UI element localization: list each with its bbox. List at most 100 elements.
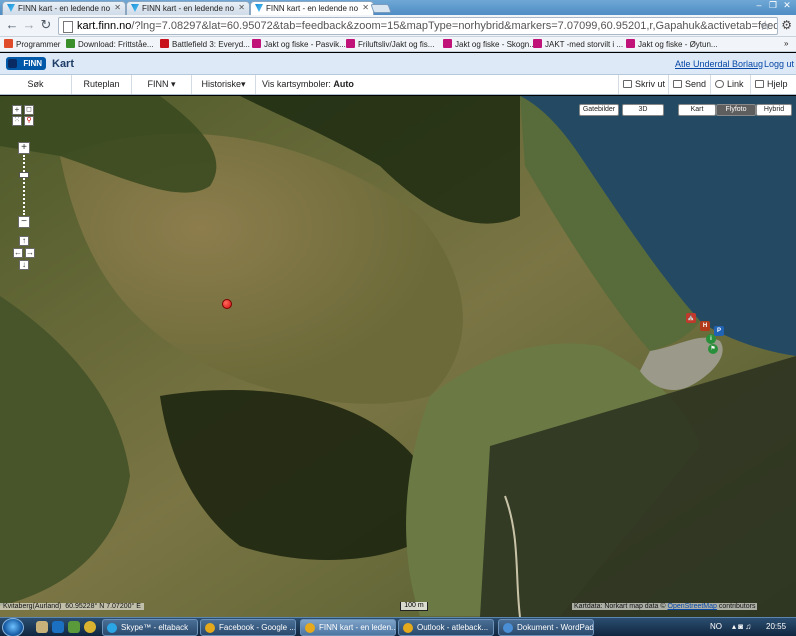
poi-parking-icon[interactable]: P	[714, 326, 724, 336]
browser-tab-strip: FINN kart - en ledende no ✕ FINN kart - e…	[0, 0, 796, 15]
close-window-icon[interactable]: ✕	[780, 0, 794, 11]
zoom-slider-handle[interactable]	[19, 172, 29, 178]
bookmark-item[interactable]: Programmer	[4, 39, 60, 49]
close-tab-icon[interactable]: ✕	[362, 3, 369, 12]
explorer-icon[interactable]	[36, 621, 48, 633]
map-symbols-label: Vis kartsymboler:	[262, 79, 331, 89]
url-input[interactable]: kart.finn.no/?lng=7.08297&lat=60.95072&t…	[58, 17, 778, 35]
map-type-kart[interactable]: Kart	[678, 104, 716, 116]
bookmark-item[interactable]: Friluftsliv/Jakt og fis...	[346, 39, 434, 49]
bookmark-item[interactable]: JAKT -med storvilt i ...	[533, 39, 623, 49]
bookmark-favicon-icon	[626, 39, 635, 48]
tray-icons[interactable]: ▴ ◙ ♫	[732, 622, 751, 631]
bookmark-label: Battlefield 3: Everyd...	[172, 40, 250, 49]
back-arrow-icon[interactable]: ←	[4, 17, 20, 32]
full-extent-icon[interactable]: +	[12, 105, 22, 115]
search-tab[interactable]: Søk	[0, 75, 72, 94]
zoom-in-button[interactable]: +	[18, 142, 30, 154]
zoom-out-button[interactable]: −	[18, 216, 30, 228]
help-button[interactable]: Hjelp	[750, 75, 788, 94]
printer-icon	[623, 80, 632, 88]
measure-icon[interactable]: ◻	[24, 105, 34, 115]
taskbar-item-label: Facebook - Google ...	[219, 623, 296, 632]
browser-tab-2[interactable]: FINN kart - en ledende no ✕	[126, 1, 250, 15]
language-indicator[interactable]: NO	[710, 622, 722, 631]
browser-tab-3[interactable]: FINN kart - en ledende no ✕	[250, 1, 374, 15]
finn-logo-text: FINN	[23, 59, 42, 68]
place-name: Kvitaberg(Aurland)	[3, 603, 62, 610]
ie-icon[interactable]	[52, 621, 64, 633]
bookmark-label: Jakt og fiske - Skogn...	[455, 40, 536, 49]
address-bar-row: ← → ↻ kart.finn.no/?lng=7.08297&lat=60.9…	[0, 15, 796, 37]
bookmark-favicon-icon	[160, 39, 169, 48]
forward-arrow-icon[interactable]: →	[21, 17, 37, 32]
bookmark-label: Download: Frittståe...	[78, 40, 154, 49]
minimize-icon[interactable]: –	[752, 0, 766, 10]
browser-tab-1[interactable]: FINN kart - en ledende no ✕	[2, 1, 126, 15]
bookmark-item[interactable]: Download: Frittståe...	[66, 39, 154, 49]
bookmarks-overflow-icon[interactable]: »	[784, 39, 788, 48]
historical-menu[interactable]: Historiske▾	[192, 75, 256, 94]
poi-food-icon[interactable]: ⚑	[708, 344, 718, 354]
close-tab-icon[interactable]: ✕	[114, 3, 121, 12]
taskbar-item[interactable]: Dokument - WordPad	[498, 619, 594, 636]
reload-icon[interactable]: ↻	[38, 17, 54, 33]
bookmark-item[interactable]: Jakt og fiske - Pasvik...	[252, 39, 346, 49]
bookmark-favicon-icon	[252, 39, 261, 48]
pan-down-icon[interactable]: ↓	[19, 260, 29, 270]
bookmark-item[interactable]: Battlefield 3: Everyd...	[160, 39, 250, 49]
pan-right-icon[interactable]: →	[25, 248, 35, 258]
print-button[interactable]: Skriv ut	[618, 75, 665, 94]
bookmark-star-icon[interactable]: ☆	[759, 18, 771, 34]
pan-left-icon[interactable]: ←	[13, 248, 23, 258]
taskbar-item[interactable]: Outlook - atleback...	[398, 619, 494, 636]
bookmark-label: Programmer	[16, 40, 61, 49]
taskbar-item[interactable]: Skype™ - eltaback	[102, 619, 198, 636]
map-type-hybrid[interactable]: Hybrid	[756, 104, 792, 116]
3d-button[interactable]: 3D	[622, 104, 664, 116]
map-viewport[interactable]: Gatebilder 3D Kart Flyfoto Hybrid + ◻ ⁙ …	[0, 96, 796, 617]
finn-menu[interactable]: FINN ▾	[132, 75, 192, 94]
media-player-icon[interactable]	[68, 621, 80, 633]
clock[interactable]: 20:55	[766, 622, 786, 631]
map-type-flyfoto[interactable]: Flyfoto	[716, 104, 756, 116]
select-area-icon[interactable]: ⁙	[12, 116, 22, 126]
street-view-button[interactable]: Gatebilder	[579, 104, 619, 116]
envelope-icon	[673, 80, 682, 88]
link-button[interactable]: Link	[710, 75, 744, 94]
app-icon	[205, 623, 215, 633]
bookmark-item[interactable]: Jakt og fiske - Skogn...	[443, 39, 536, 49]
taskbar-item[interactable]: Facebook - Google ...	[200, 619, 296, 636]
credits-prefix: Kartdata: Norkart map data ©	[574, 603, 666, 610]
bookmark-item[interactable]: Jakt og fiske - Øytun...	[626, 39, 718, 49]
poi-church-icon[interactable]: ⛪	[686, 313, 696, 323]
taskbar-item[interactable]: FINN kart - en leden...	[300, 619, 396, 636]
new-tab-button[interactable]	[370, 4, 392, 13]
user-link[interactable]: Atle Underdal Borlaug	[675, 59, 763, 69]
windows-start-button[interactable]	[2, 618, 24, 636]
zoom-slider-track[interactable]	[23, 155, 25, 215]
chrome-icon[interactable]	[84, 621, 96, 633]
finn-favicon-icon	[255, 4, 263, 12]
print-label: Skriv ut	[635, 79, 666, 89]
location-marker[interactable]	[222, 299, 232, 309]
bookmark-favicon-icon	[4, 39, 13, 48]
logout-link[interactable]: Logg ut	[764, 59, 794, 69]
bookmark-label: Jakt og fiske - Pasvik...	[264, 40, 346, 49]
map-symbols-select[interactable]: Vis kartsymboler: Auto ▾	[256, 75, 356, 108]
bookmark-favicon-icon	[346, 39, 355, 48]
close-tab-icon[interactable]: ✕	[238, 3, 245, 12]
maximize-icon[interactable]: ❐	[766, 0, 780, 11]
place-marker-icon[interactable]: ⚲	[24, 116, 34, 126]
send-button[interactable]: Send	[668, 75, 706, 94]
poi-info-icon[interactable]: i	[706, 334, 716, 344]
wrench-menu-icon[interactable]: ⚙	[781, 18, 792, 32]
taskbar-item-label: FINN kart - en leden...	[319, 623, 396, 632]
pan-up-icon[interactable]: ↑	[19, 236, 29, 246]
poi-hotel-icon[interactable]: H	[700, 321, 710, 331]
route-planner-tab[interactable]: Ruteplan	[72, 75, 132, 94]
page-icon	[63, 21, 73, 33]
finn-logo[interactable]: FINN	[6, 57, 46, 70]
osm-link[interactable]: OpenStreetMap	[668, 603, 717, 610]
taskbar-item-label: Outlook - atleback...	[417, 623, 489, 632]
